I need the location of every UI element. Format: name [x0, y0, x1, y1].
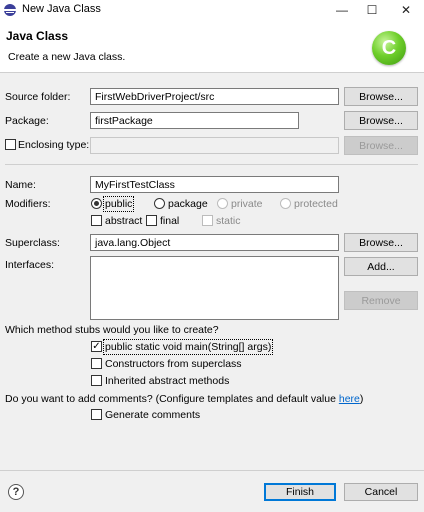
source-folder-field[interactable]: FirstWebDriverProject/src: [90, 88, 339, 105]
help-icon[interactable]: ?: [8, 484, 24, 500]
source-folder-browse-button[interactable]: Browse...: [344, 87, 418, 106]
final-checkbox[interactable]: [146, 215, 157, 226]
public-radio[interactable]: [91, 198, 102, 209]
inherited-methods-label: Inherited abstract methods: [105, 375, 230, 387]
modifiers-label: Modifiers:: [5, 198, 51, 210]
source-folder-label: Source folder:: [5, 91, 71, 103]
static-checkbox-label: static: [216, 215, 241, 227]
enclosing-type-browse-button[interactable]: Browse...: [344, 136, 418, 155]
enclosing-type-label: Enclosing type:: [18, 139, 90, 151]
footer-separator: [0, 470, 424, 471]
abstract-checkbox[interactable]: [91, 215, 102, 226]
main-method-label: public static void main(String[] args): [102, 339, 274, 355]
interfaces-list[interactable]: [90, 256, 339, 320]
configure-templates-link[interactable]: here: [339, 393, 360, 405]
interfaces-label: Interfaces:: [5, 259, 55, 271]
protected-radio-label: protected: [294, 198, 338, 210]
window-title: New Java Class: [22, 3, 101, 15]
finish-button[interactable]: Finish: [264, 483, 336, 501]
comments-question-text: Do you want to add comments? (Configure …: [5, 393, 339, 405]
separator: [5, 164, 418, 165]
remove-interface-button[interactable]: Remove: [344, 291, 418, 310]
superclass-browse-button[interactable]: Browse...: [344, 233, 418, 252]
package-browse-button[interactable]: Browse...: [344, 111, 418, 130]
package-label: Package:: [5, 115, 49, 127]
private-radio[interactable]: [217, 198, 228, 209]
enclosing-type-field[interactable]: [90, 137, 339, 154]
package-radio-label: package: [168, 198, 208, 210]
new-class-wizard-icon: C: [372, 31, 406, 65]
checkmark-icon: ✓: [92, 340, 101, 352]
package-radio[interactable]: [154, 198, 165, 209]
constructors-label: Constructors from superclass: [105, 358, 242, 370]
generate-comments-label: Generate comments: [105, 409, 201, 421]
enclosing-type-checkbox[interactable]: [5, 139, 16, 150]
comments-question-close: ): [359, 393, 364, 405]
method-stubs-question: Which method stubs would you like to cre…: [5, 324, 219, 336]
public-radio-label: public: [102, 196, 135, 212]
superclass-label: Superclass:: [5, 237, 60, 249]
superclass-field[interactable]: java.lang.Object: [90, 234, 339, 251]
generate-comments-checkbox[interactable]: [91, 409, 102, 420]
protected-radio[interactable]: [280, 198, 291, 209]
name-label: Name:: [5, 179, 36, 191]
constructors-checkbox[interactable]: [91, 358, 102, 369]
eclipse-app-icon: [4, 4, 16, 16]
add-interface-button[interactable]: Add...: [344, 257, 418, 276]
class-name-field[interactable]: MyFirstTestClass: [90, 176, 339, 193]
abstract-checkbox-label: abstract: [105, 215, 143, 227]
inherited-methods-checkbox[interactable]: [91, 375, 102, 386]
close-button[interactable]: ✕: [390, 0, 422, 20]
static-checkbox[interactable]: [202, 215, 213, 226]
maximize-button[interactable]: ☐: [356, 0, 388, 20]
private-radio-label: private: [231, 198, 263, 210]
package-field[interactable]: firstPackage: [90, 112, 299, 129]
cancel-button[interactable]: Cancel: [344, 483, 418, 501]
wizard-title: Java Class: [6, 29, 69, 43]
wizard-banner: [0, 20, 424, 73]
comments-question: Do you want to add comments? (Configure …: [5, 393, 363, 405]
main-method-checkbox[interactable]: ✓: [91, 341, 102, 352]
wizard-description: Create a new Java class.: [8, 51, 126, 63]
minimize-button[interactable]: —: [326, 0, 358, 20]
final-checkbox-label: final: [160, 215, 180, 227]
